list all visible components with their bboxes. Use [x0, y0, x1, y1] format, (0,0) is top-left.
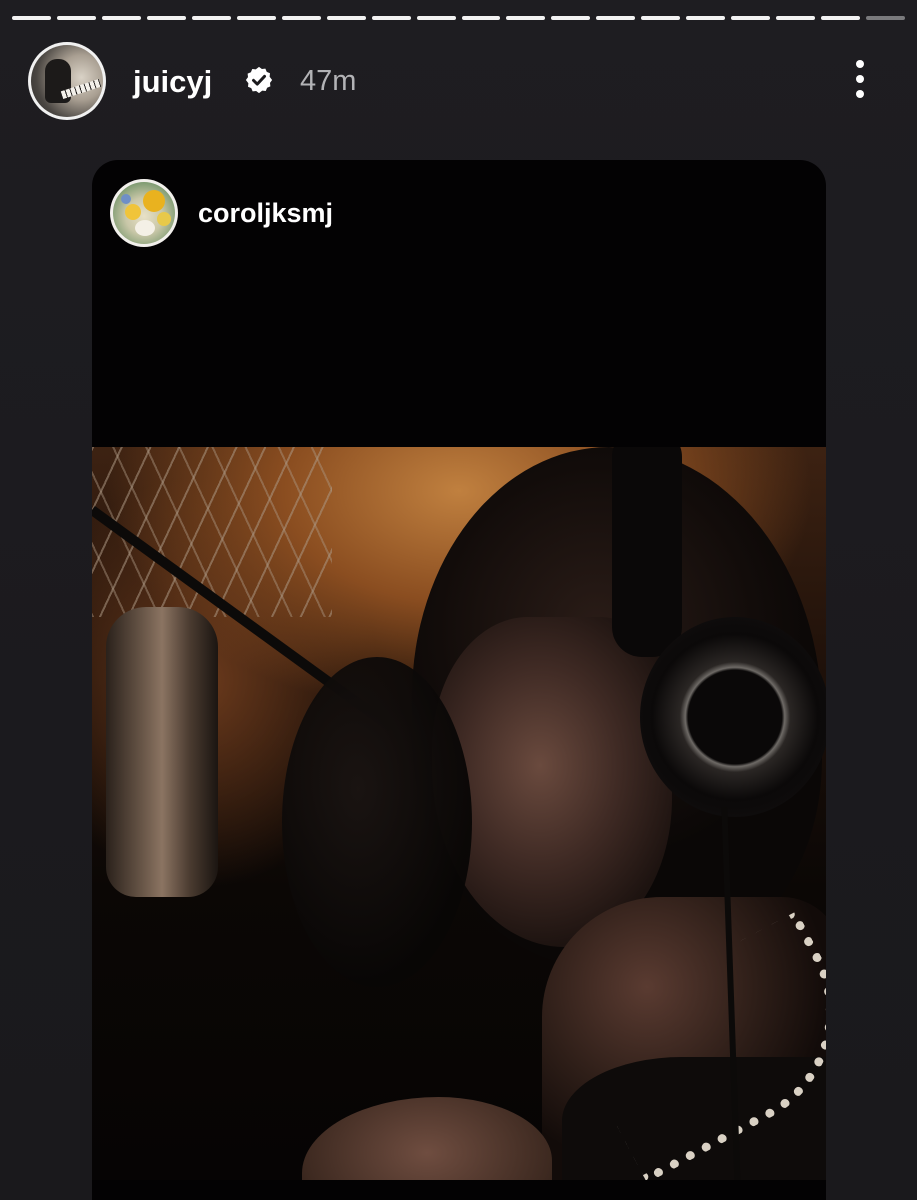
- shared-post-card[interactable]: coroljksmj: [92, 160, 826, 1200]
- progress-segment: [866, 16, 906, 20]
- shared-post-avatar-image: [113, 182, 175, 244]
- shared-post-avatar[interactable]: [110, 179, 178, 247]
- progress-segment: [686, 16, 726, 20]
- story-progress-bar: [12, 16, 906, 20]
- progress-segment: [236, 16, 276, 20]
- author-avatar-image: [31, 45, 103, 117]
- story-header: juicyj 47m: [0, 40, 917, 120]
- shared-post-username[interactable]: coroljksmj: [198, 198, 333, 229]
- post-timestamp: 47m: [300, 65, 357, 97]
- progress-segment: [776, 16, 816, 20]
- progress-segment: [12, 16, 51, 20]
- progress-segment: [506, 16, 546, 20]
- microphone: [106, 607, 218, 897]
- headphones: [640, 617, 826, 817]
- author-avatar[interactable]: [28, 42, 106, 120]
- progress-segment: [551, 16, 591, 20]
- more-options-button[interactable]: [843, 58, 877, 100]
- progress-segment: [146, 16, 186, 20]
- shared-video[interactable]: [92, 447, 826, 1180]
- verified-badge-icon: [245, 66, 273, 94]
- progress-segment: [596, 16, 636, 20]
- progress-segment: [461, 16, 501, 20]
- progress-segment: [416, 16, 456, 20]
- story-viewer: juicyj 47m coroljksmj: [0, 0, 917, 1200]
- progress-segment: [56, 16, 96, 20]
- progress-segment: [641, 16, 681, 20]
- more-vertical-icon: [856, 60, 864, 68]
- pop-filter: [282, 657, 472, 987]
- progress-segment: [326, 16, 366, 20]
- progress-segment: [281, 16, 321, 20]
- progress-segment: [731, 16, 771, 20]
- progress-segment: [821, 16, 861, 20]
- progress-segment: [371, 16, 411, 20]
- progress-segment: [101, 16, 141, 20]
- progress-segment: [191, 16, 231, 20]
- author-username[interactable]: juicyj: [133, 64, 212, 100]
